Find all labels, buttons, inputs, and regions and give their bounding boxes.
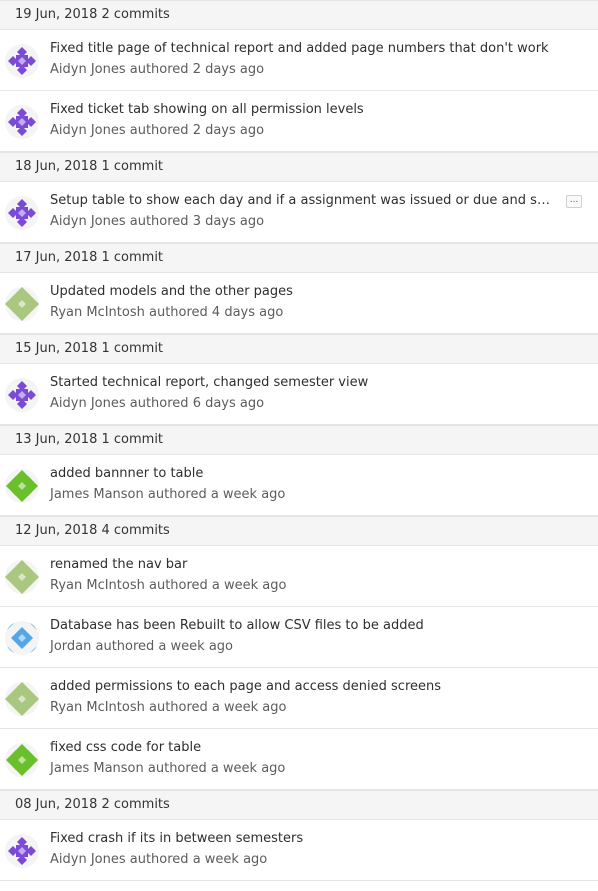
commit-title-link[interactable]: Updated models and the other pages (50, 284, 558, 299)
day-header: 18 Jun, 2018 1 commit (0, 152, 598, 182)
commit-title-link[interactable]: Fixed ticket tab showing on all permissi… (50, 102, 558, 117)
commit-title-link[interactable]: fixed css code for table (50, 740, 558, 755)
commit-row[interactable]: Fixed ticket tab showing on all permissi… (0, 91, 598, 152)
purple-identicon (5, 196, 39, 230)
commit-author-meta: Aidyn Jones authored 6 days ago (50, 396, 265, 411)
green-identicon (5, 743, 39, 777)
commit-row[interactable]: renamed the nav bar Ryan McIntosh author… (0, 546, 598, 607)
day-header: 15 Jun, 2018 1 commit (0, 334, 598, 364)
commit-row[interactable]: Setup table to show each day and if a as… (0, 182, 598, 243)
avatar[interactable] (5, 378, 39, 412)
commit-author-meta: Ryan McIntosh authored 4 days ago (50, 305, 284, 320)
purple-identicon (5, 44, 39, 78)
commit-row[interactable]: Database has been Rebuilt to allow CSV f… (0, 607, 598, 668)
commit-row[interactable]: added bannner to table James Manson auth… (0, 455, 598, 516)
day-header: 19 Jun, 2018 2 commits (0, 0, 598, 30)
day-commit-count: 1 commit (101, 341, 164, 356)
avatar[interactable] (5, 743, 39, 777)
commit-author-meta: Aidyn Jones authored a week ago (50, 852, 268, 867)
blue-identicon (5, 621, 39, 655)
commit-title-link[interactable]: added permissions to each page and acces… (50, 679, 558, 694)
day-commit-count: 1 commit (101, 432, 164, 447)
day-header: 12 Jun, 2018 4 commits (0, 516, 598, 546)
commit-title-link[interactable]: Started technical report, changed semest… (50, 375, 558, 390)
purple-identicon (5, 378, 39, 412)
day-commit-count: 2 commits (101, 7, 170, 22)
commit-author-meta: James Manson authored a week ago (50, 761, 286, 776)
avatar[interactable] (5, 105, 39, 139)
commit-row[interactable]: Fixed title page of technical report and… (0, 30, 598, 91)
commit-row[interactable]: added permissions to each page and acces… (0, 668, 598, 729)
day-date: 13 Jun, 2018 (15, 432, 98, 447)
day-header: 08 Jun, 2018 2 commits (0, 790, 598, 820)
commit-author-meta: Ryan McIntosh authored a week ago (50, 700, 287, 715)
commit-title-link[interactable]: Setup table to show each day and if a as… (50, 193, 558, 208)
commit-title-link[interactable]: Database has been Rebuilt to allow CSV f… (50, 618, 558, 633)
commit-author-meta: Ryan McIntosh authored a week ago (50, 578, 287, 593)
commit-author-meta: Jordan authored a week ago (50, 639, 233, 654)
day-commit-count: 2 commits (101, 797, 170, 812)
olive-identicon (5, 287, 39, 321)
commit-row[interactable]: Started technical report, changed semest… (0, 364, 598, 425)
day-date: 17 Jun, 2018 (15, 250, 98, 265)
commit-author-meta: Aidyn Jones authored 2 days ago (50, 123, 265, 138)
avatar[interactable] (5, 560, 39, 594)
day-commit-count: 1 commit (101, 159, 164, 174)
commit-author-meta: Aidyn Jones authored 3 days ago (50, 214, 265, 229)
avatar[interactable] (5, 287, 39, 321)
avatar[interactable] (5, 469, 39, 503)
day-header: 13 Jun, 2018 1 commit (0, 425, 598, 455)
day-header: 17 Jun, 2018 1 commit (0, 243, 598, 273)
day-date: 18 Jun, 2018 (15, 159, 98, 174)
commit-title-link[interactable]: Fixed title page of technical report and… (50, 41, 558, 56)
olive-identicon (5, 560, 39, 594)
commit-title-link[interactable]: renamed the nav bar (50, 557, 558, 572)
avatar[interactable] (5, 834, 39, 868)
avatar[interactable] (5, 196, 39, 230)
commit-title-link[interactable]: Fixed crash if its in between semesters (50, 831, 558, 846)
commit-author-meta: James Manson authored a week ago (50, 487, 286, 502)
purple-identicon (5, 834, 39, 868)
avatar[interactable] (5, 44, 39, 78)
commit-author-meta: Aidyn Jones authored 2 days ago (50, 62, 265, 77)
commit-row[interactable]: Updated models and the other pages Ryan … (0, 273, 598, 334)
expand-description-button[interactable]: ... (566, 195, 582, 208)
day-date: 12 Jun, 2018 (15, 523, 98, 538)
day-date: 19 Jun, 2018 (15, 7, 98, 22)
day-date: 15 Jun, 2018 (15, 341, 98, 356)
commit-title-link[interactable]: added bannner to table (50, 466, 558, 481)
day-commit-count: 4 commits (101, 523, 170, 538)
commit-row[interactable]: fixed css code for table James Manson au… (0, 729, 598, 790)
green-identicon (5, 469, 39, 503)
day-date: 08 Jun, 2018 (15, 797, 98, 812)
purple-identicon (5, 105, 39, 139)
olive-identicon (5, 682, 39, 716)
commit-row[interactable]: Fixed crash if its in between semesters … (0, 820, 598, 881)
day-commit-count: 1 commit (101, 250, 164, 265)
commit-list: 19 Jun, 2018 2 commits Fixed title page … (0, 0, 598, 881)
avatar[interactable] (5, 621, 39, 655)
avatar[interactable] (5, 682, 39, 716)
